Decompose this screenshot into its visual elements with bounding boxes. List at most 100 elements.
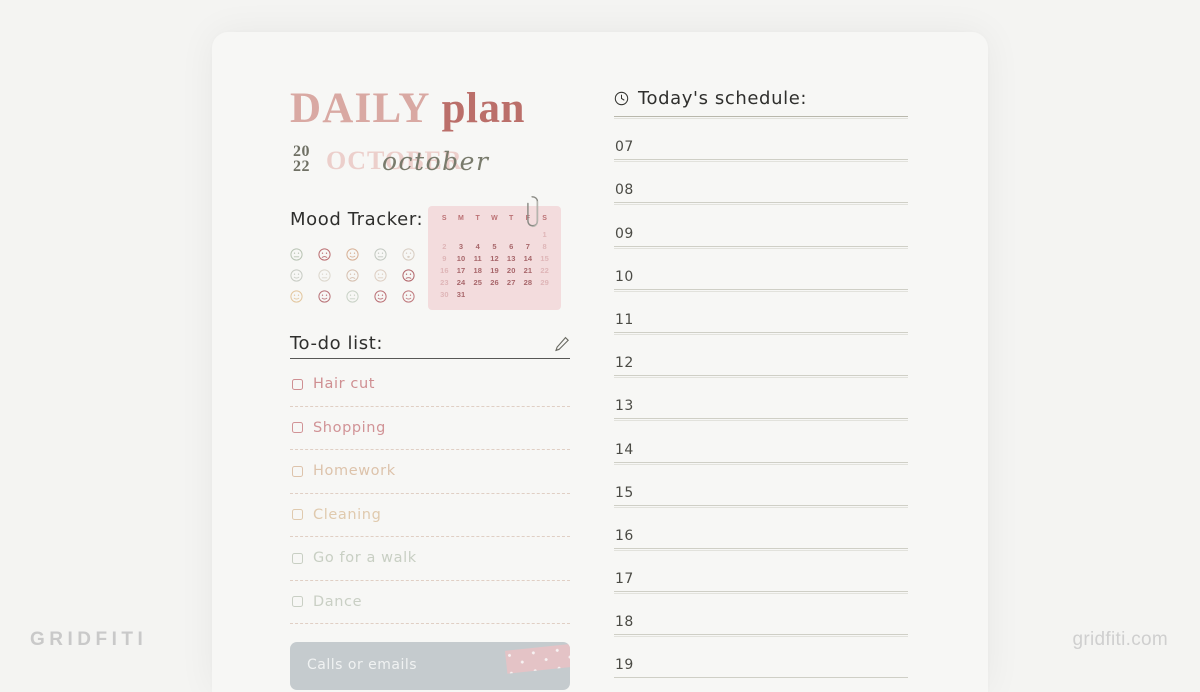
calendar-day-7[interactable]: 7 xyxy=(520,242,537,251)
schedule-row[interactable]: 16 xyxy=(614,506,908,549)
calendar-day-6[interactable]: 6 xyxy=(503,242,520,251)
calendar-empty-cell: · xyxy=(469,230,486,239)
calendar-day-30[interactable]: 30 xyxy=(436,290,453,299)
calendar-day-26[interactable]: 26 xyxy=(486,278,503,287)
calls-or-emails-label: Calls or emails xyxy=(307,657,418,673)
schedule-row[interactable]: 18 xyxy=(614,592,908,636)
todo-item[interactable]: Cleaning xyxy=(290,494,570,537)
mood-face-11[interactable] xyxy=(318,290,346,311)
mood-face-3[interactable] xyxy=(374,248,402,269)
mood-face-4[interactable] xyxy=(402,248,430,269)
mood-face-6[interactable] xyxy=(318,269,346,290)
calendar-day-24[interactable]: 24 xyxy=(453,278,470,287)
year-top: 20 xyxy=(293,143,310,160)
planner-right-column: Today's schedule: 07 08 09 10 11 12 13 14 15 16 17… xyxy=(614,32,988,692)
mood-face-9[interactable] xyxy=(402,269,430,290)
todo-item[interactable]: Go for a walk xyxy=(290,537,570,581)
mood-tracker-heading: Mood Tracker: xyxy=(290,209,424,230)
calendar-day-17[interactable]: 17 xyxy=(453,266,470,275)
schedule-row[interactable]: 17 xyxy=(614,549,908,593)
mini-calendar[interactable]: SMTWTFS······123456789101112131415161718… xyxy=(428,196,561,310)
calls-or-emails-box[interactable]: Calls or emails xyxy=(290,642,570,690)
todo-item[interactable]: Shopping xyxy=(290,407,570,450)
calendar-day-25[interactable]: 25 xyxy=(469,278,486,287)
todo-item-label: Homework xyxy=(313,463,396,480)
schedule-half-hour-line xyxy=(614,377,908,379)
schedule-half-hour-line xyxy=(614,463,908,465)
calendar-day-19[interactable]: 19 xyxy=(486,266,503,275)
calendar-empty-cell: · xyxy=(469,290,486,299)
schedule-row[interactable]: 09 xyxy=(614,203,908,247)
mood-face-13[interactable] xyxy=(374,290,402,311)
calendar-day-28[interactable]: 28 xyxy=(520,278,537,287)
calendar-day-22[interactable]: 22 xyxy=(536,266,553,275)
schedule-hour-label: 17 xyxy=(615,571,634,588)
calendar-day-10[interactable]: 10 xyxy=(453,254,470,263)
calendar-day-16[interactable]: 16 xyxy=(436,266,453,275)
calendar-day-5[interactable]: 5 xyxy=(486,242,503,251)
calendar-day-2[interactable]: 2 xyxy=(436,242,453,251)
calendar-day-9[interactable]: 9 xyxy=(436,254,453,263)
schedule-row[interactable]: 13 xyxy=(614,376,908,420)
todo-list[interactable]: Hair cut Shopping Homework Cleaning Go for a… xyxy=(290,363,570,624)
mood-face-14[interactable] xyxy=(402,290,430,311)
calendar-day-20[interactable]: 20 xyxy=(503,266,520,275)
schedule-row[interactable]: 15 xyxy=(614,463,908,506)
pencil-icon[interactable] xyxy=(554,336,570,352)
schedule-row[interactable]: 14 xyxy=(614,419,908,463)
calendar-day-8[interactable]: 8 xyxy=(536,242,553,251)
todo-checkbox-3[interactable] xyxy=(292,509,303,521)
schedule-half-hour-line xyxy=(614,549,908,551)
todo-item-label: Go for a walk xyxy=(313,550,417,567)
schedule-half-hour-line xyxy=(614,118,908,119)
calendar-day-31[interactable]: 31 xyxy=(453,290,470,299)
calendar-day-15[interactable]: 15 xyxy=(536,254,553,263)
todo-item[interactable]: Homework xyxy=(290,450,570,494)
schedule-row[interactable]: 08 xyxy=(614,160,908,204)
calendar-day-12[interactable]: 12 xyxy=(486,254,503,263)
schedule-hour-list[interactable]: 07 08 09 10 11 12 13 14 15 16 17 18 19 xyxy=(614,117,908,679)
year-bottom: 22 xyxy=(293,158,310,175)
mood-face-2[interactable] xyxy=(346,248,374,269)
calendar-day-29[interactable]: 29 xyxy=(536,278,553,287)
mood-face-5[interactable] xyxy=(290,269,318,290)
calendar-day-11[interactable]: 11 xyxy=(469,254,486,263)
todo-item-label: Shopping xyxy=(313,419,386,436)
calendar-day-13[interactable]: 13 xyxy=(503,254,520,263)
calendar-day-21[interactable]: 21 xyxy=(520,266,537,275)
todo-checkbox-2[interactable] xyxy=(292,465,303,477)
schedule-row[interactable]: 10 xyxy=(614,247,908,290)
mood-face-7[interactable] xyxy=(346,269,374,290)
calendar-empty-cell: · xyxy=(503,230,520,239)
todo-item[interactable]: Dance xyxy=(290,581,570,624)
date-subtitle: 20 22 OCTOBER october xyxy=(290,141,614,185)
mood-face-12[interactable] xyxy=(346,290,374,311)
schedule-row[interactable]: 12 xyxy=(614,333,908,377)
schedule-row[interactable]: 11 xyxy=(614,290,908,333)
mood-face-0[interactable] xyxy=(290,248,318,269)
mood-face-10[interactable] xyxy=(290,290,318,311)
calendar-empty-cell: · xyxy=(520,290,537,299)
calendar-day-14[interactable]: 14 xyxy=(520,254,537,263)
todo-item[interactable]: Hair cut xyxy=(290,363,570,407)
calendar-day-23[interactable]: 23 xyxy=(436,278,453,287)
schedule-hour-label: 14 xyxy=(615,441,634,458)
todo-checkbox-0[interactable] xyxy=(292,378,303,390)
schedule-row[interactable]: 07 xyxy=(614,117,908,161)
calendar-day-27[interactable]: 27 xyxy=(503,278,520,287)
todo-checkbox-5[interactable] xyxy=(292,596,303,608)
calendar-empty-cell: · xyxy=(453,230,470,239)
planner-left-column: DAILY plan 20 22 OCTOBER october Mood Tr… xyxy=(212,32,614,692)
schedule-hour-label: 10 xyxy=(615,268,634,285)
schedule-half-hour-line xyxy=(614,204,908,206)
schedule-row[interactable]: 19 xyxy=(614,635,908,679)
calendar-day-4[interactable]: 4 xyxy=(469,242,486,251)
mood-face-8[interactable] xyxy=(374,269,402,290)
calendar-day-18[interactable]: 18 xyxy=(469,266,486,275)
mood-face-grid[interactable] xyxy=(290,248,436,311)
mood-tracker-section: Mood Tracker: SMTWTFS······1234567891011… xyxy=(290,196,614,311)
todo-checkbox-1[interactable] xyxy=(292,422,303,434)
calendar-day-3[interactable]: 3 xyxy=(453,242,470,251)
mood-face-1[interactable] xyxy=(318,248,346,269)
todo-checkbox-4[interactable] xyxy=(292,552,303,564)
